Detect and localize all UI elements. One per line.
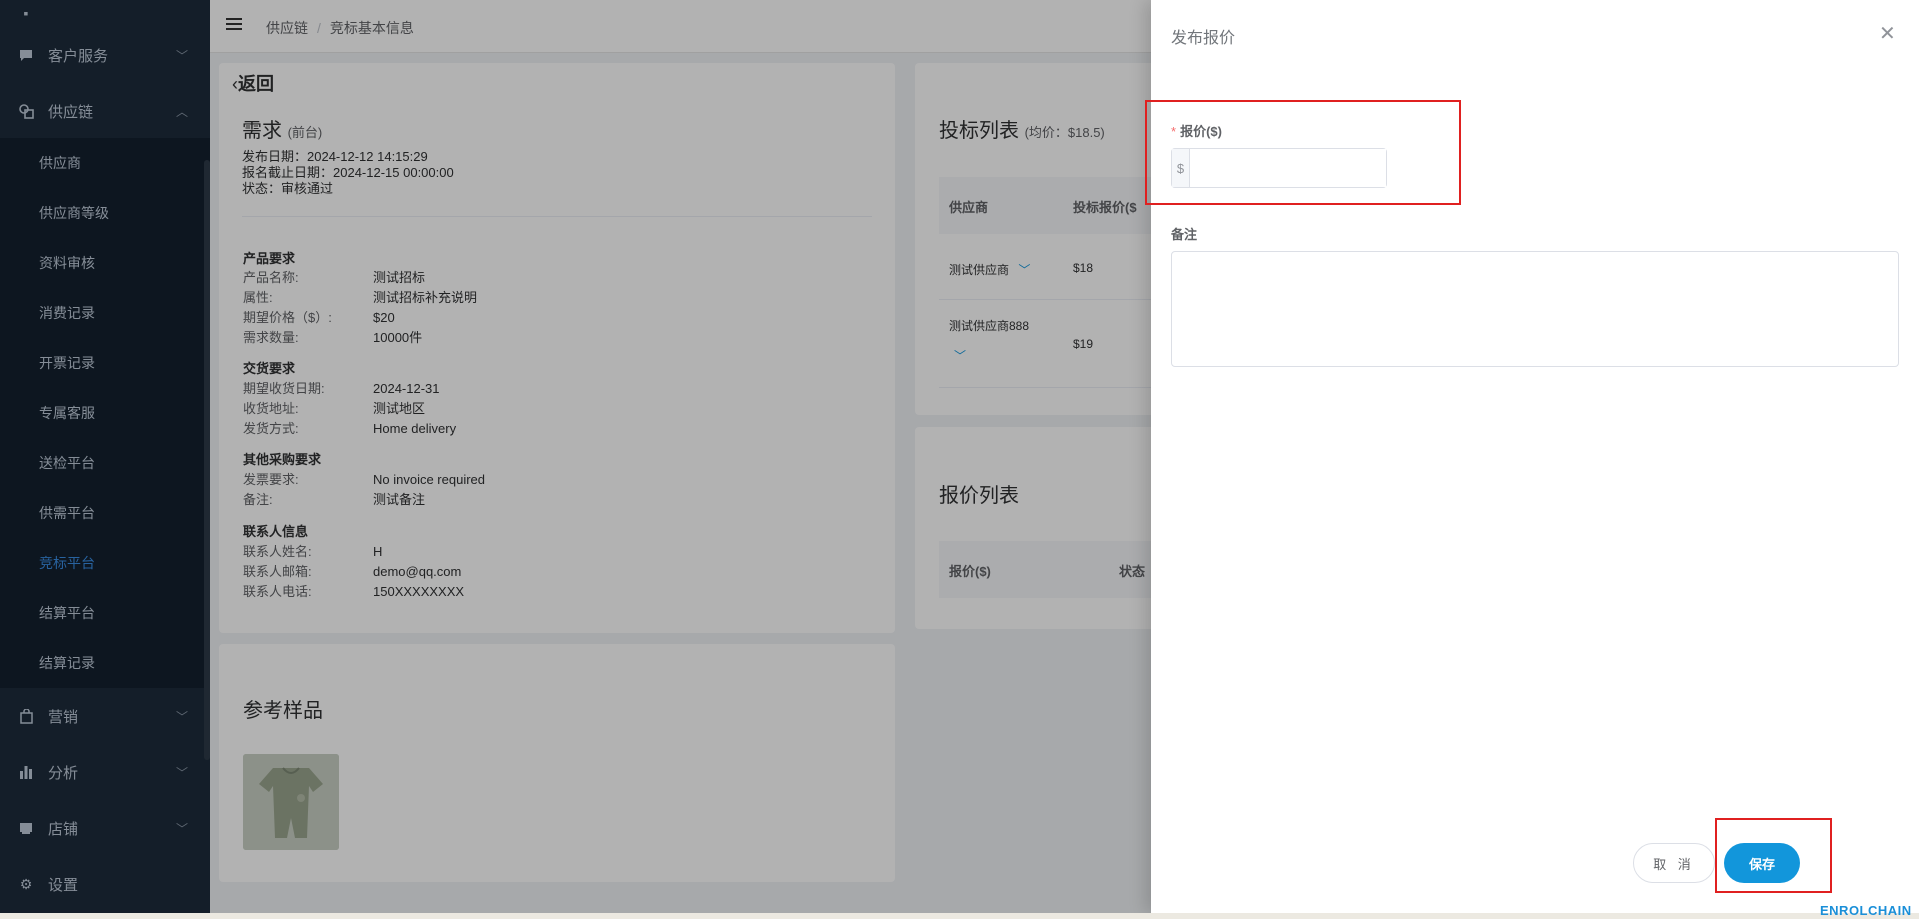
highlight-price-box	[1145, 100, 1461, 205]
cancel-button[interactable]: 取 消	[1633, 843, 1715, 883]
drawer-title: 发布报价	[1171, 30, 1236, 47]
bottom-strip	[0, 913, 1919, 919]
close-icon[interactable]: ✕	[1879, 24, 1896, 44]
note-label: 备注	[1171, 227, 1198, 242]
publish-quote-drawer: 发布报价 ✕ * 报价($) $ 备注 取 消 保存	[1145, 0, 1919, 913]
note-textarea[interactable]	[1171, 251, 1899, 367]
brand-watermark: ENROLCHAIN	[1820, 903, 1912, 918]
highlight-save-box	[1715, 818, 1832, 893]
